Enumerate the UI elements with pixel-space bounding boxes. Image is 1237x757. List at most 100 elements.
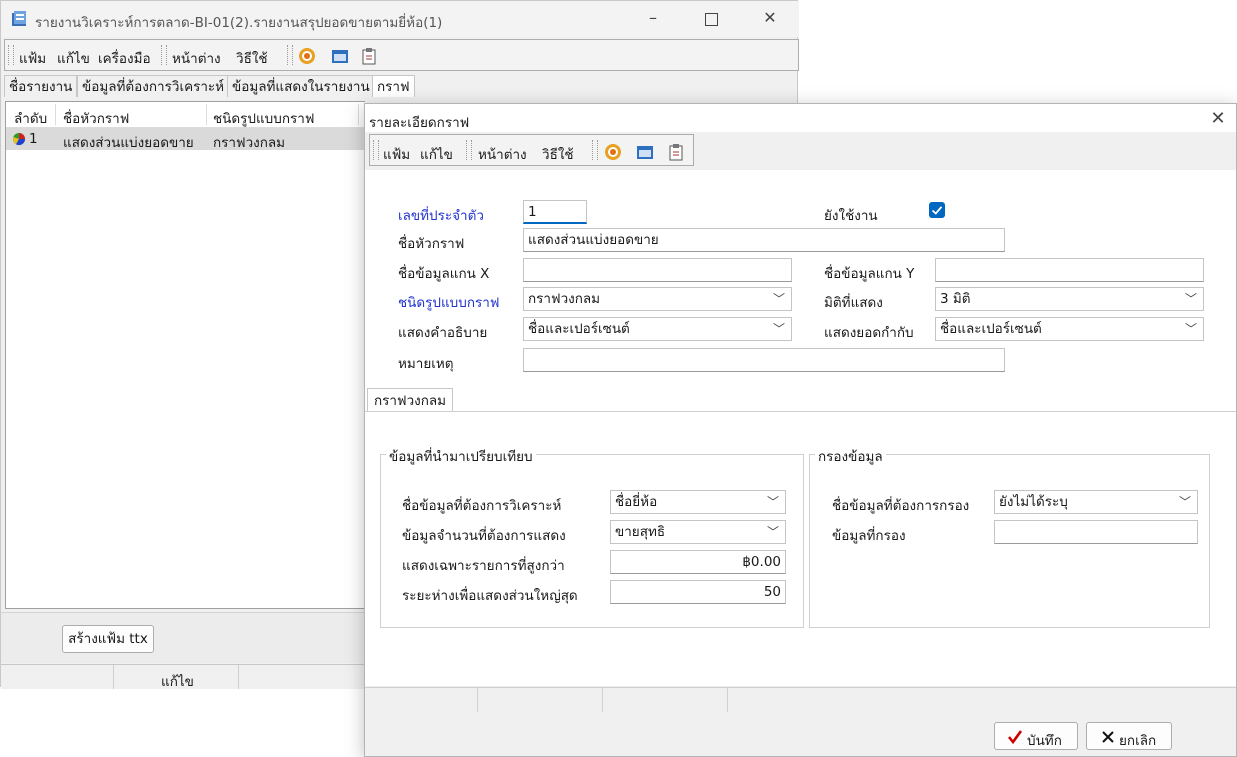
menu-file[interactable]: แฟ้ม — [19, 47, 46, 69]
maximize-button[interactable] — [705, 13, 718, 26]
tab-graph[interactable]: กราฟ — [372, 75, 415, 97]
table-row[interactable]: 1 แสดงส่วนแบ่งยอดขาย กราฟวงกลม — [6, 128, 365, 151]
calendar-icon[interactable] — [331, 48, 349, 64]
compare-group-title: ข้อมูลที่นำมาเปรียบเทียบ — [386, 445, 536, 467]
dialog-menu-help[interactable]: วิธีใช้ — [542, 143, 574, 165]
toolbar-grip — [161, 45, 167, 65]
legend-value: ชื่อและเปอร์เซนต์ — [528, 321, 630, 337]
filter-field-label: ชื่อข้อมูลที่ต้องการกรอง — [832, 498, 970, 514]
analyze-select[interactable]: ชื่อยี่ห้อ ﹀ — [610, 490, 786, 514]
gap-label: ระยะห่างเพื่อแสดงส่วนใหญ่สุด — [402, 588, 578, 604]
legend-select[interactable]: ชื่อและเปอร์เซนต์ ﹀ — [523, 317, 792, 341]
save-button[interactable]: บันทึก — [994, 722, 1078, 750]
app-icon — [12, 11, 26, 26]
active-checkbox[interactable] — [929, 202, 945, 218]
graph-title-input[interactable]: แสดงส่วนแบ่งยอดขาย — [523, 228, 1005, 252]
active-label: ยังใช้งาน — [824, 208, 878, 224]
tab-report-data[interactable]: ข้อมูลที่แสดงในรายงาน — [227, 75, 375, 97]
close-button[interactable]: ✕ — [755, 8, 785, 27]
target-icon[interactable] — [298, 47, 316, 65]
graph-type-select[interactable]: กราฟวงกลม ﹀ — [523, 287, 792, 311]
dialog-menu-edit[interactable]: แก้ไข — [420, 143, 453, 165]
note-input[interactable] — [523, 348, 1005, 372]
title-bar: รายงานวิเคราะห์การตลาด-BI-01(2).รายงานสร… — [1, 1, 799, 37]
total-value: ชื่อและเปอร์เซนต์ — [940, 321, 1042, 337]
dialog-status-bar — [365, 687, 1236, 712]
menu-window[interactable]: หน้าต่าง — [172, 47, 221, 69]
col-title[interactable]: ชื่อหัวกราฟ — [63, 107, 129, 129]
row-title: แสดงส่วนแบ่งยอดขาย — [63, 135, 194, 151]
filter-group-title: กรองข้อมูล — [815, 445, 886, 467]
dialog-close-button[interactable]: ✕ — [1203, 108, 1233, 129]
chevron-down-icon: ﹀ — [1184, 322, 1197, 336]
save-label: บันทึก — [1027, 733, 1062, 749]
tab-pie-chart[interactable]: กราฟวงกลม — [367, 388, 454, 413]
dimension-value: 3 มิติ — [940, 291, 971, 307]
check-icon — [931, 206, 943, 215]
grid-header: ลำดับ ชื่อหัวกราฟ ชนิดรูปแบบกราฟ — [6, 102, 365, 128]
toolbar-grip — [8, 45, 14, 65]
total-select[interactable]: ชื่อและเปอร์เซนต์ ﹀ — [935, 317, 1204, 341]
toolbar-grip — [592, 140, 598, 160]
status-edit: แก้ไข — [161, 674, 194, 690]
chevron-down-icon: ﹀ — [766, 495, 779, 509]
form-area: เลขที่ประจำตัว 1 ยังใช้งาน ชื่อหัวกราฟ แ… — [365, 170, 1236, 448]
filter-value-input[interactable] — [994, 520, 1198, 544]
gap-input[interactable]: 50 — [610, 580, 786, 604]
calendar-icon[interactable] — [636, 144, 654, 160]
amount-select[interactable]: ขายสุทธิ ﹀ — [610, 520, 786, 544]
col-no[interactable]: ลำดับ — [14, 107, 47, 129]
menu-help[interactable]: วิธีใช้ — [236, 47, 268, 69]
pie-chart-icon — [13, 133, 25, 146]
dialog-menu-window[interactable]: หน้าต่าง — [478, 143, 527, 165]
main-toolbar: แฟ้ม แก้ไข เครื่องมือ หน้าต่าง วิธีใช้ — [4, 39, 799, 71]
cancel-label: ยกเลิก — [1119, 733, 1157, 749]
clipboard-icon[interactable] — [667, 143, 685, 161]
status-bar: แก้ไข — [1, 664, 365, 690]
menu-tools[interactable]: เครื่องมือ — [98, 47, 151, 69]
toolbar-grip — [287, 45, 293, 65]
menu-edit[interactable]: แก้ไข — [57, 47, 90, 69]
above-label: แสดงเฉพาะรายการที่สูงกว่า — [402, 558, 565, 574]
window-title: รายงานวิเคราะห์การตลาด-BI-01(2).รายงานสร… — [35, 15, 443, 31]
dialog-toolbar: แฟ้ม แก้ไข หน้าต่าง วิธีใช้ — [369, 134, 694, 166]
chevron-down-icon: ﹀ — [772, 292, 785, 306]
dimension-select[interactable]: 3 มิติ ﹀ — [935, 287, 1204, 311]
tab-report-name[interactable]: ชื่อรายงาน — [4, 75, 78, 97]
tab-analyze-data[interactable]: ข้อมูลที่ต้องการวิเคราะห์ — [77, 75, 230, 97]
dialog-title-bar: รายละเอียดกราฟ ✕ — [365, 104, 1236, 132]
analyze-value: ชื่อยี่ห้อ — [615, 494, 658, 510]
row-no: 1 — [29, 131, 38, 147]
col-type[interactable]: ชนิดรูปแบบกราฟ — [213, 107, 314, 129]
dialog-menu-file[interactable]: แฟ้ม — [383, 143, 410, 165]
graph-detail-dialog: รายละเอียดกราฟ ✕ แฟ้ม แก้ไข หน้าต่าง วิธ… — [364, 103, 1237, 757]
note-label: หมายเหตุ — [398, 356, 454, 372]
filter-field-select[interactable]: ยังไม่ได้ระบุ ﹀ — [994, 490, 1198, 514]
above-input[interactable]: ฿0.00 — [610, 550, 786, 574]
graph-type-label: ชนิดรูปแบบกราฟ — [398, 295, 500, 311]
toolbar-grip — [373, 140, 379, 160]
graph-grid[interactable]: ลำดับ ชื่อหัวกราฟ ชนิดรูปแบบกราฟ 1 แสดงส… — [5, 101, 365, 609]
minimize-button[interactable]: – — [638, 8, 668, 27]
row-type: กราฟวงกลม — [213, 135, 286, 151]
chevron-down-icon: ﹀ — [766, 525, 779, 539]
id-label: เลขที่ประจำตัว — [398, 208, 484, 224]
y-axis-input[interactable] — [935, 258, 1204, 282]
graph-title-label: ชื่อหัวกราฟ — [398, 236, 465, 252]
chevron-down-icon: ﹀ — [1184, 292, 1197, 306]
amount-label: ข้อมูลจำนวนที่ต้องการแสดง — [402, 528, 566, 544]
total-label: แสดงยอดกำกับ — [824, 325, 914, 341]
amount-value: ขายสุทธิ — [615, 524, 666, 540]
cancel-button[interactable]: ยกเลิก — [1086, 722, 1172, 750]
target-icon[interactable] — [604, 143, 622, 161]
x-axis-input[interactable] — [523, 258, 792, 282]
create-ttx-button[interactable]: สร้างแฟ้ม ttx — [62, 625, 154, 653]
pie-chart-panel: ข้อมูลที่นำมาเปรียบเทียบ ชื่อข้อมูลที่ต้… — [365, 411, 1236, 686]
analyze-label: ชื่อข้อมูลที่ต้องการวิเคราะห์ — [402, 498, 562, 514]
id-input[interactable]: 1 — [523, 200, 587, 224]
back-footer — [1, 612, 365, 663]
close-icon — [1102, 731, 1114, 743]
clipboard-icon[interactable] — [360, 47, 378, 65]
filter-field-value: ยังไม่ได้ระบุ — [999, 494, 1068, 510]
filter-value-label: ข้อมูลที่กรอง — [832, 528, 906, 544]
